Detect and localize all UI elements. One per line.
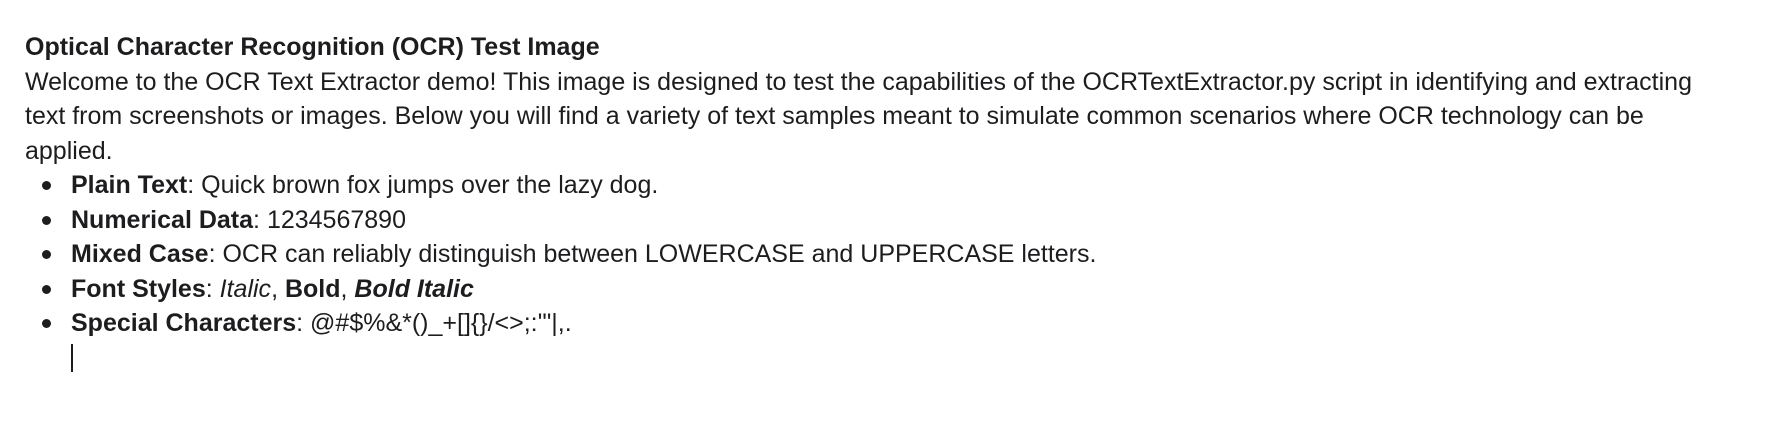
item-separator: : [253, 205, 267, 234]
text-cursor [71, 343, 73, 372]
item-label: Special Characters [71, 309, 297, 337]
comma-separator: , [340, 274, 355, 303]
item-value: Quick brown fox jumps over the lazy dog. [201, 171, 659, 199]
item-label: Plain Text [71, 171, 188, 199]
item-separator: : [187, 171, 202, 199]
bold-italic-sample: Bold Italic [354, 274, 474, 303]
comma-separator: , [271, 274, 285, 303]
item-value: @#$%&*()_+[]{}/<>;:'"|,. [310, 309, 572, 337]
list-item-numerical-data: Numerical Data: 1234567890 [42, 203, 1715, 238]
list-item-plain-text: Plain Text: Quick brown fox jumps over t… [42, 168, 1715, 203]
item-label: Mixed Case [71, 240, 209, 268]
document-title: Optical Character Recognition (OCR) Test… [25, 33, 600, 61]
intro-paragraph: Welcome to the OCR Text Extractor demo! … [25, 67, 1692, 165]
list-item-font-styles: Font Styles: Italic, Bold, Bold Italic [42, 272, 1715, 307]
italic-sample: Italic [219, 274, 272, 303]
item-label: Numerical Data [71, 205, 254, 234]
item-value: OCR can reliably distinguish between LOW… [222, 240, 1097, 268]
item-separator: : [205, 274, 220, 303]
bold-sample: Bold [284, 274, 341, 303]
item-separator: : [208, 240, 223, 268]
list-item-mixed-case: Mixed Case: OCR can reliably distinguish… [42, 237, 1715, 272]
item-label: Font Styles [71, 274, 206, 303]
document-body[interactable]: Optical Character Recognition (OCR) Test… [25, 30, 1715, 375]
empty-list-line[interactable] [71, 341, 1715, 376]
feature-list: Plain Text: Quick brown fox jumps over t… [25, 168, 1715, 341]
item-separator: : [296, 309, 311, 337]
item-value: 1234567890 [266, 205, 406, 234]
list-item-special-characters: Special Characters: @#$%&*()_+[]{}/<>;:'… [42, 306, 1715, 341]
